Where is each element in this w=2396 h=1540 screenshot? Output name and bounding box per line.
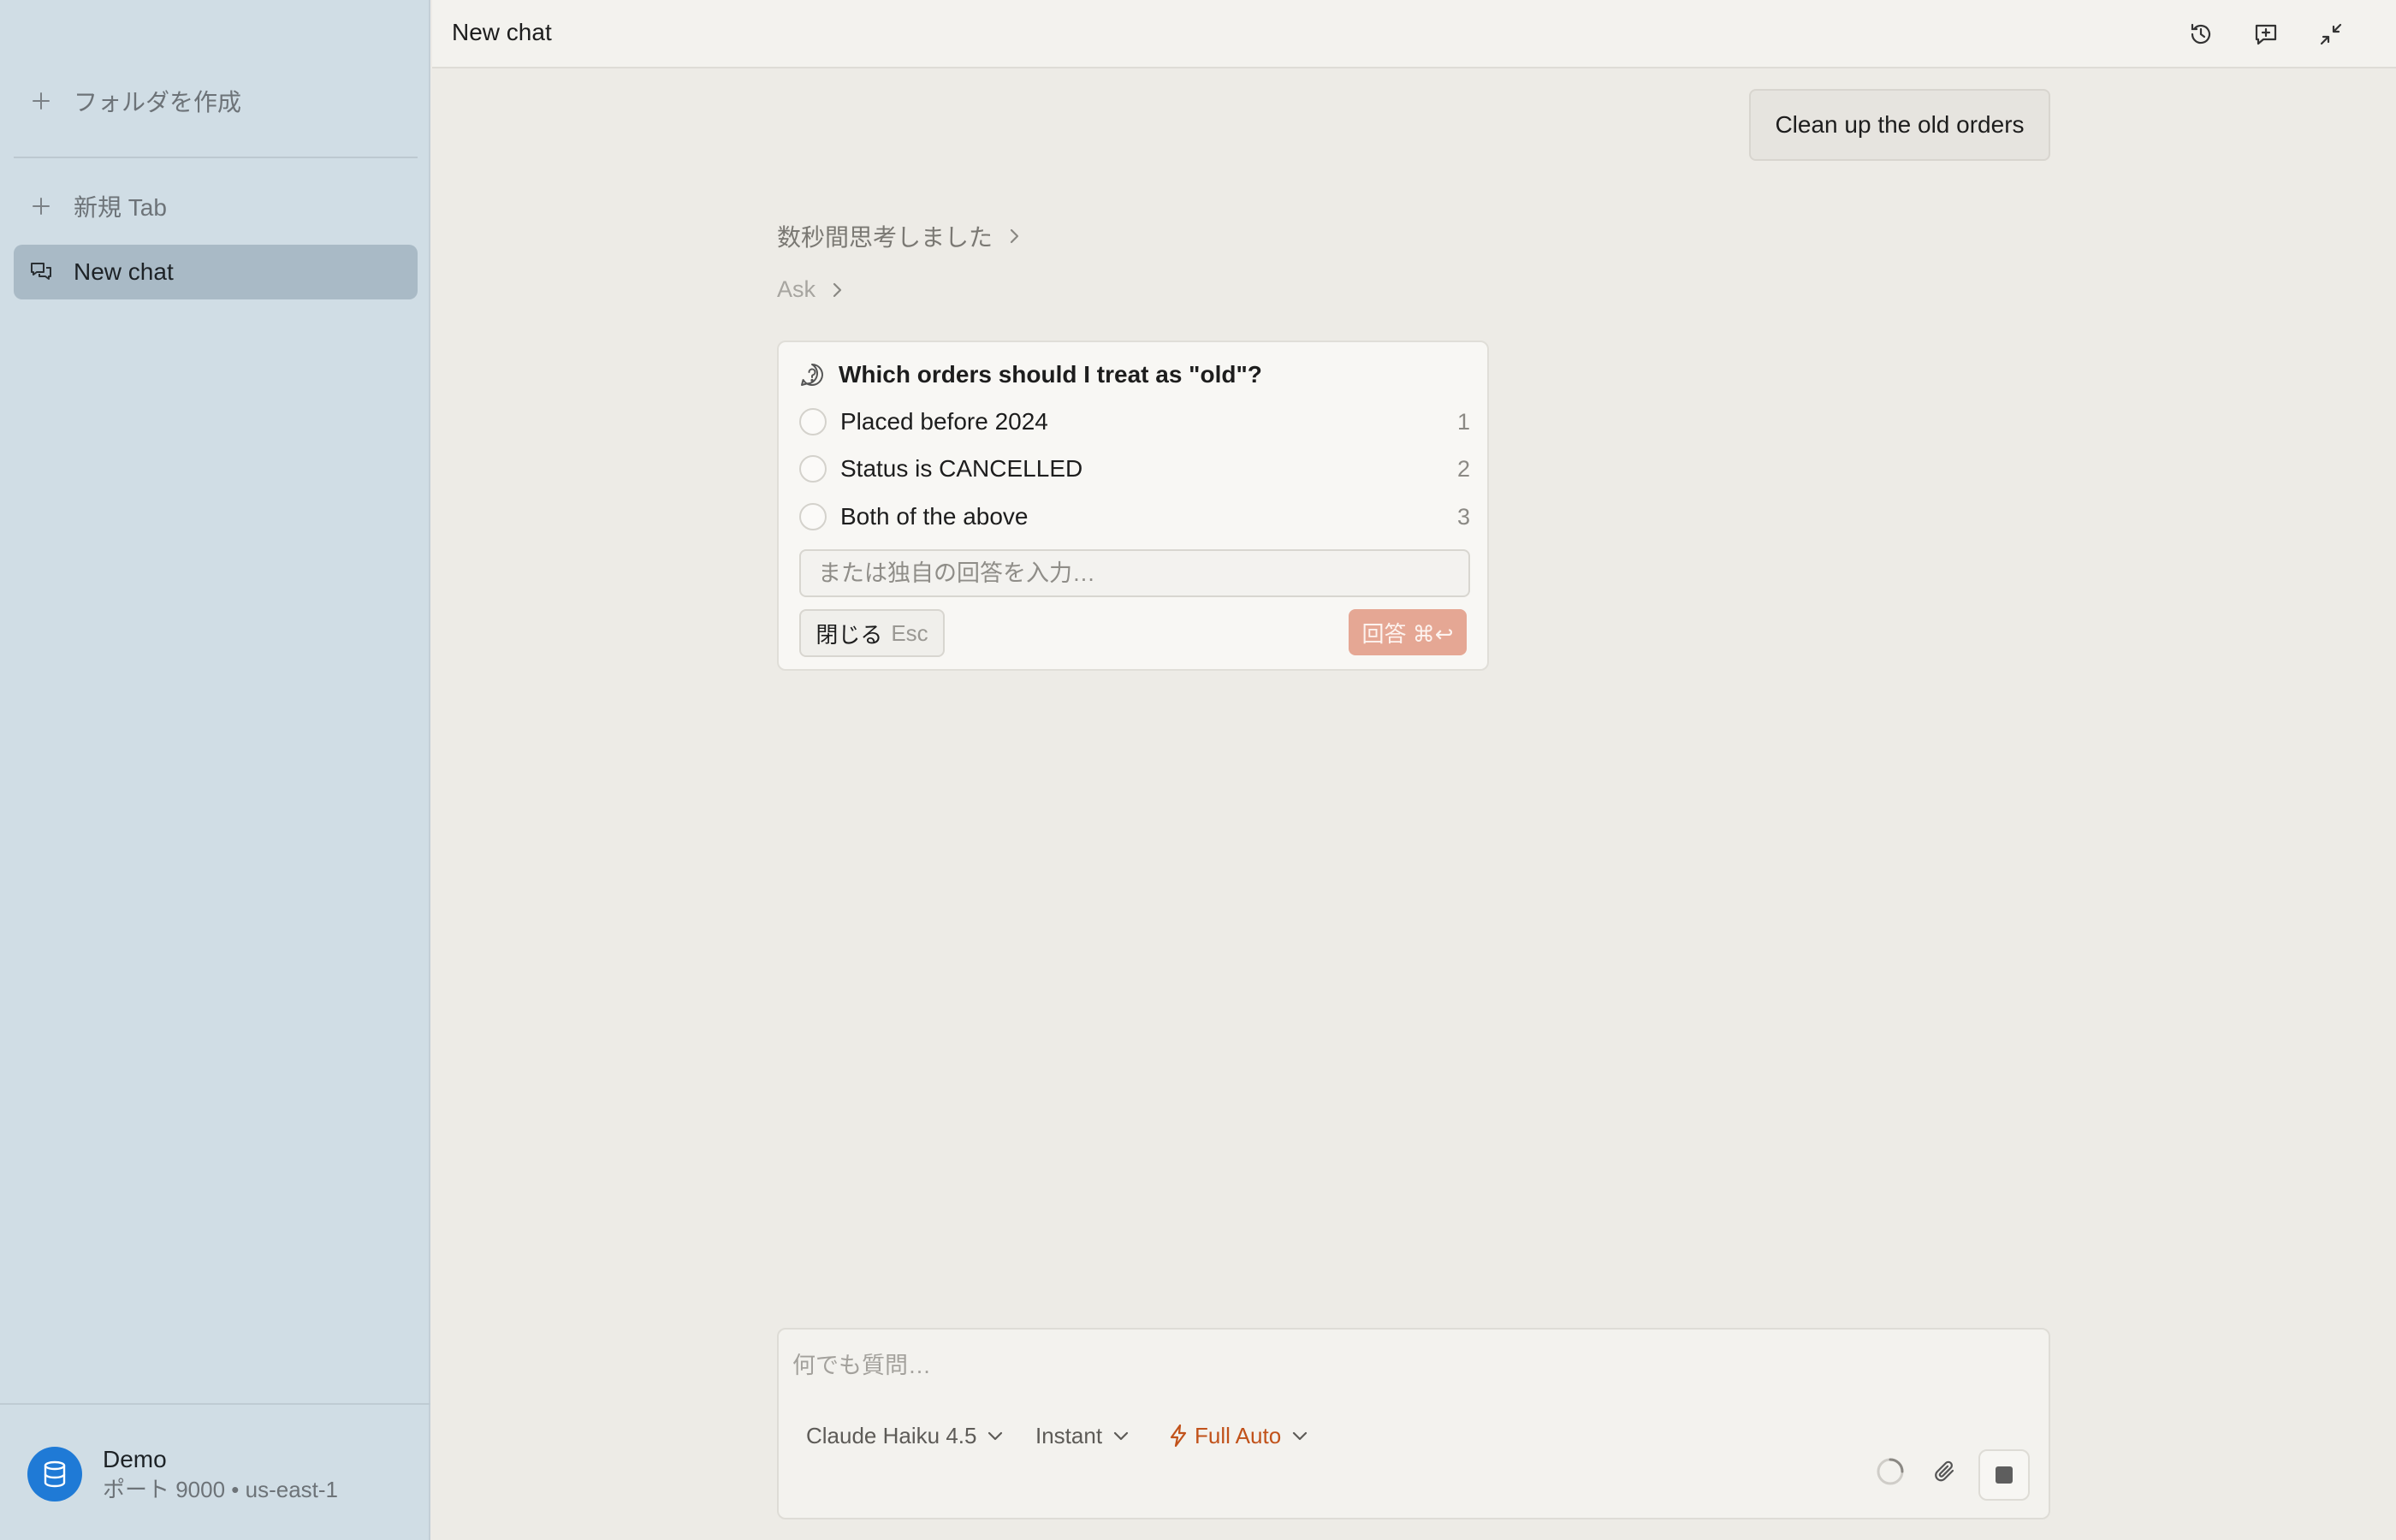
plus-icon (24, 196, 58, 216)
attach-button[interactable] (1925, 1451, 1966, 1492)
loading-spinner-icon (1870, 1451, 1911, 1492)
plus-icon (24, 91, 58, 111)
question-text: Which orders should I treat as "old"? (839, 361, 1262, 388)
option-shortcut: 2 (1456, 455, 1470, 482)
close-label: 閉じる (815, 621, 883, 648)
ask-tool-toggle[interactable]: Ask (777, 276, 845, 303)
chevron-down-icon (1291, 1430, 1308, 1442)
collapse-icon (2320, 23, 2342, 45)
sidebar-divider (14, 157, 418, 158)
thought-toggle[interactable]: 数秒間思考しました (777, 219, 1022, 253)
chat-bubbles-icon (24, 260, 58, 284)
close-shortcut: Esc (891, 619, 928, 646)
autonomy-label: Full Auto (1195, 1422, 1282, 1448)
chevron-right-icon (831, 281, 845, 299)
chevron-down-icon (987, 1430, 1004, 1442)
create-folder-button[interactable]: フォルダを作成 (14, 74, 418, 128)
close-button[interactable]: 閉じる Esc (799, 609, 945, 657)
radio-button[interactable] (799, 408, 827, 435)
paperclip-icon (1935, 1460, 1954, 1482)
history-button[interactable] (2182, 15, 2220, 53)
lightning-icon (1169, 1424, 1188, 1448)
stop-button[interactable] (1978, 1449, 2030, 1501)
question-title: Which orders should I treat as "old"? (799, 361, 1262, 388)
sidebar: フォルダを作成 新規 Tab New chat Demo ポート 9000 • … (0, 0, 430, 1540)
chat-header: New chat (432, 0, 2396, 68)
database-icon (27, 1447, 82, 1502)
account-name: Demo (103, 1446, 167, 1472)
option-label: Status is CANCELLED (840, 455, 1083, 482)
option-label: Placed before 2024 (840, 408, 1048, 435)
autonomy-selector[interactable]: Full Auto (1169, 1410, 1308, 1461)
mode-selector[interactable]: Instant (1035, 1410, 1130, 1461)
account-switcher[interactable]: Demo ポート 9000 • us-east-1 (27, 1444, 338, 1504)
sidebar-bottom-divider (0, 1403, 430, 1405)
radio-button[interactable] (799, 455, 827, 483)
stop-icon (1996, 1466, 2013, 1484)
option-shortcut: 3 (1456, 503, 1470, 530)
custom-answer-input[interactable] (799, 549, 1470, 597)
chevron-down-icon (1112, 1430, 1130, 1442)
app-window: フォルダを作成 新規 Tab New chat Demo ポート 9000 • … (0, 0, 2396, 1540)
new-tab-label: 新規 Tab (74, 194, 167, 221)
option-row[interactable]: Status is CANCELLED 2 (799, 448, 1470, 489)
new-tab-button[interactable]: 新規 Tab (14, 179, 418, 234)
option-label: Both of the above (840, 503, 1029, 530)
option-row[interactable]: Placed before 2024 1 (799, 401, 1470, 442)
create-folder-label: フォルダを作成 (74, 89, 242, 116)
question-icon (799, 362, 825, 388)
composer: 何でも質問… Claude Haiku 4.5 Instant Full Aut… (777, 1328, 2050, 1519)
option-row[interactable]: Both of the above 3 (799, 496, 1470, 537)
user-message: Clean up the old orders (1749, 89, 2050, 161)
sidebar-item-label: New chat (74, 258, 174, 285)
question-card: Which orders should I treat as "old"? Pl… (777, 341, 1489, 671)
page-title: New chat (452, 19, 552, 45)
radio-button[interactable] (799, 503, 827, 530)
sidebar-item-new-chat[interactable]: New chat (14, 245, 418, 299)
new-chat-button[interactable] (2247, 15, 2285, 53)
history-icon (2191, 23, 2211, 44)
ask-tool-label: Ask (777, 276, 816, 302)
account-detail: ポート 9000 • us-east-1 (103, 1477, 338, 1502)
message-input[interactable]: 何でも質問… (792, 1347, 931, 1380)
model-selector[interactable]: Claude Haiku 4.5 (806, 1410, 1004, 1461)
model-label: Claude Haiku 4.5 (806, 1422, 977, 1448)
collapse-button[interactable] (2312, 15, 2350, 53)
answer-button[interactable]: 回答 ⌘↩ (1349, 609, 1467, 655)
new-chat-icon (2255, 24, 2277, 45)
option-shortcut: 1 (1456, 408, 1470, 435)
thought-label: 数秒間思考しました (777, 224, 993, 251)
chevron-right-icon (1008, 227, 1022, 246)
mode-label: Instant (1035, 1422, 1103, 1448)
